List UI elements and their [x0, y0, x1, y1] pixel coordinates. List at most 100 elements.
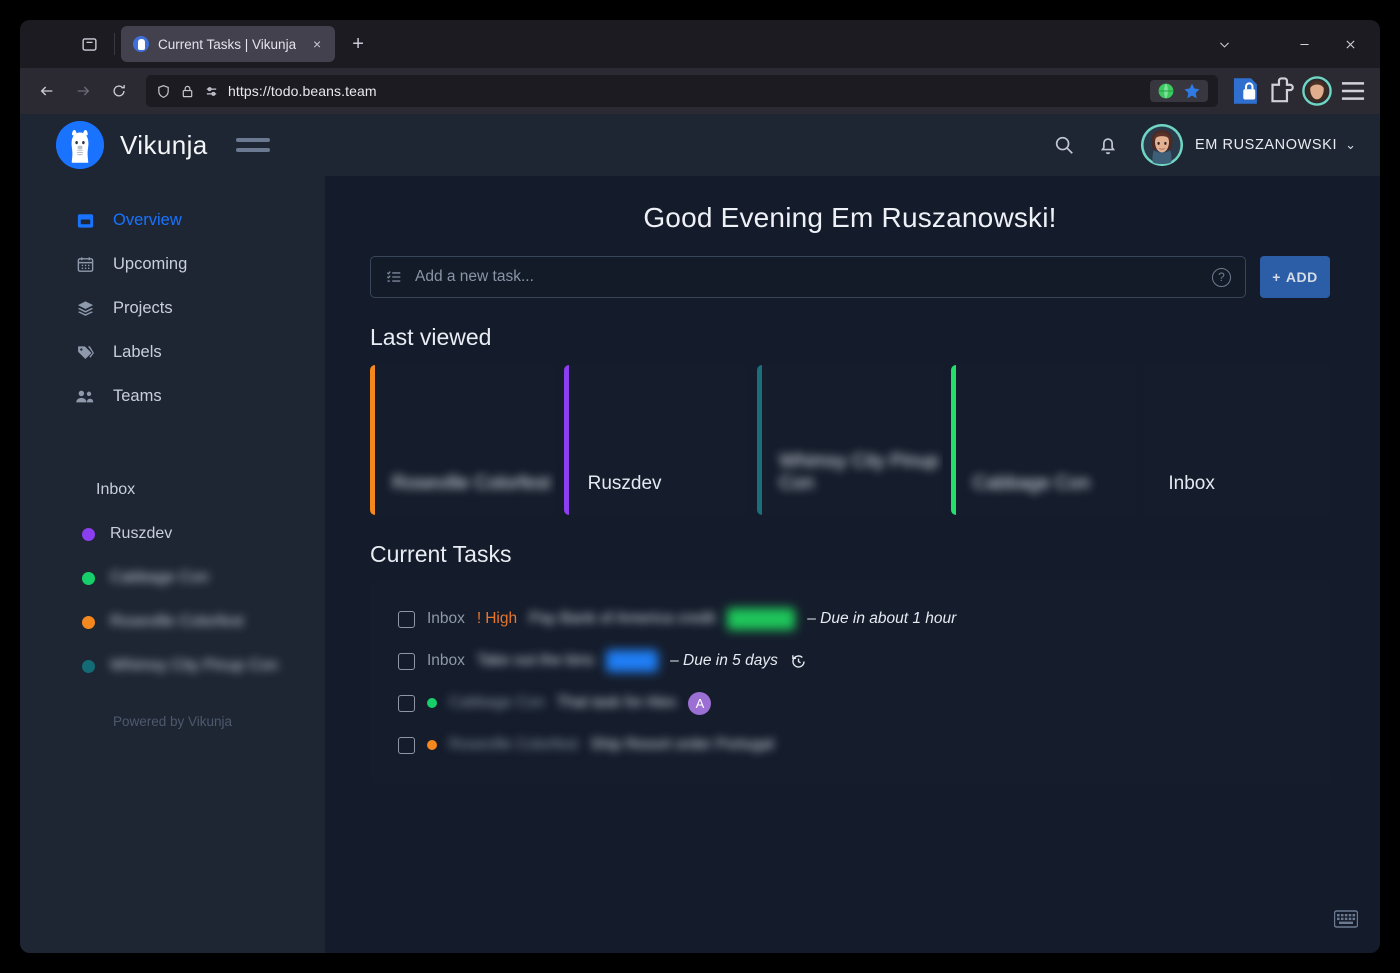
sidebar-project-label: Inbox	[96, 481, 136, 498]
keyboard-icon[interactable]	[1333, 910, 1359, 933]
url-text: https://todo.beans.team	[228, 83, 377, 99]
task-row[interactable]: Roseville Colorfest Ship Resort order Po…	[370, 724, 1330, 766]
reload-icon[interactable]	[102, 75, 136, 107]
extension-icon[interactable]	[1264, 75, 1298, 107]
sidebar-item-labels[interactable]: Labels	[20, 330, 325, 374]
tab-list-icon[interactable]	[70, 27, 108, 61]
add-task-input[interactable]: Add a new task... ?	[370, 256, 1246, 298]
card-color-stripe	[563, 365, 569, 515]
avatar	[1140, 124, 1183, 166]
account-icon[interactable]	[1300, 75, 1334, 107]
header-actions: EM RUSZANOWSKI ⌄	[1053, 124, 1356, 166]
bookmark-star-icon[interactable]	[1183, 82, 1201, 100]
browser-tab[interactable]: Current Tasks | Vikunja ×	[121, 26, 336, 62]
last-viewed-title: Last viewed	[370, 324, 492, 350]
browser-window: Current Tasks | Vikunja × + https://todo…	[20, 20, 1380, 953]
chevron-down-icon[interactable]: ⌄	[1345, 137, 1356, 153]
project-color-dot	[427, 740, 437, 750]
vikunja-icon	[133, 36, 149, 52]
help-icon[interactable]: ?	[1212, 267, 1231, 287]
chevron-down-icon[interactable]	[1202, 25, 1246, 63]
task-checkbox[interactable]	[398, 736, 415, 754]
task-title: Pay Bank of America credit	[529, 610, 716, 627]
layers-icon	[74, 299, 96, 318]
sidebar-item-label: Projects	[113, 298, 173, 317]
menu-toggle-icon[interactable]	[235, 138, 270, 152]
sidebar-item-overview[interactable]: Overview	[20, 198, 325, 242]
current-tasks-list: Inbox ! High Pay Bank of America credit …	[370, 582, 1330, 784]
shield-icon[interactable]	[156, 84, 171, 99]
project-color-dot	[82, 527, 95, 541]
translate-icon[interactable]	[1157, 82, 1175, 100]
sidebar-item-upcoming[interactable]: Upcoming	[20, 242, 325, 286]
repeat-icon	[790, 653, 807, 670]
sidebar-project-ruszdev[interactable]: Ruszdev	[20, 512, 325, 556]
task-checkbox[interactable]	[398, 694, 415, 712]
sidebar-item-label: Labels	[113, 342, 162, 361]
lock-icon[interactable]	[180, 84, 195, 99]
task-label-chip	[606, 650, 659, 672]
permissions-icon[interactable]	[204, 84, 219, 99]
extension-buttons	[1228, 75, 1370, 107]
people-icon	[74, 387, 96, 406]
project-card[interactable]: Whimsy City Pinup Con	[757, 365, 943, 515]
task-project: Inbox	[427, 652, 465, 669]
add-task-row: Add a new task... ? + ADD	[370, 256, 1330, 298]
task-row[interactable]: Inbox ! High Pay Bank of America credit …	[370, 598, 1330, 640]
brand[interactable]: Vikunja	[56, 121, 208, 169]
project-card[interactable]: Ruszdev	[563, 365, 750, 515]
sidebar-item-label: Overview	[113, 210, 182, 229]
sidebar-project-item[interactable]: Cabbage Con	[20, 556, 325, 600]
close-icon[interactable]: ×	[305, 32, 329, 56]
project-card-inbox[interactable]: Inbox	[1144, 365, 1330, 515]
minimize-icon[interactable]	[1282, 25, 1326, 63]
sidebar-item-label: Upcoming	[113, 254, 188, 273]
plus-icon: +	[1272, 269, 1281, 285]
sidebar-project-inbox[interactable]: Inbox	[20, 468, 325, 512]
sidebar-project-item[interactable]: Roseville Colorfest	[20, 600, 325, 644]
sidebar-project-label: Cabbage Con	[110, 569, 209, 586]
body: Overview Upcoming Projects Labels Teams …	[20, 176, 1380, 953]
bell-icon[interactable]	[1097, 134, 1119, 156]
sidebar-project-label: Ruszdev	[110, 525, 173, 542]
task-row[interactable]: Cabbage Con That task for Alex A	[370, 682, 1330, 724]
task-priority: ! High	[477, 610, 517, 628]
task-row[interactable]: Inbox Take out the bins – Due in 5 days	[370, 640, 1330, 682]
user-menu[interactable]: EM RUSZANOWSKI ⌄	[1140, 124, 1356, 166]
card-title: Cabbage Con	[972, 473, 1091, 494]
sidebar-item-label: Teams	[113, 386, 162, 405]
sidebar-item-teams[interactable]: Teams	[20, 374, 325, 418]
add-button-label: ADD	[1285, 269, 1318, 285]
app-menu-icon[interactable]	[1336, 75, 1370, 107]
url-bar[interactable]: https://todo.beans.team	[146, 75, 1218, 107]
project-card[interactable]: Cabbage Con	[950, 365, 1137, 515]
sidebar-project-item[interactable]: Whimsy City Pinup Con	[20, 644, 325, 688]
app-header: Vikunja EM RUSZANOWSKI ⌄	[20, 114, 1380, 176]
vikunja-logo-icon	[56, 121, 104, 169]
search-icon[interactable]	[1053, 134, 1075, 156]
new-tab-button[interactable]: +	[341, 27, 375, 61]
add-task-placeholder: Add a new task...	[415, 268, 534, 285]
assignee-avatar[interactable]: A	[688, 691, 712, 715]
navigation-toolbar: https://todo.beans.team	[20, 68, 1380, 114]
password-manager-icon[interactable]	[1228, 75, 1262, 107]
task-checkbox[interactable]	[398, 610, 415, 628]
forward-icon[interactable]	[66, 75, 100, 107]
task-due-date: – Due in about 1 hour	[807, 610, 957, 627]
project-color-dot	[82, 615, 95, 629]
sidebar-footer: Powered by Vikunja	[112, 714, 233, 729]
project-card[interactable]: Roseville Colorfest	[370, 365, 556, 515]
add-button[interactable]: + ADD	[1260, 256, 1330, 298]
current-tasks-title: Current Tasks	[370, 541, 512, 567]
tag-icon	[74, 343, 96, 362]
task-checkbox[interactable]	[398, 652, 415, 670]
calendar-grid-icon	[74, 255, 96, 274]
sidebar-item-projects[interactable]: Projects	[20, 286, 325, 330]
calendar-day-icon	[74, 211, 96, 230]
back-icon[interactable]	[30, 75, 64, 107]
project-color-dot	[427, 698, 437, 708]
task-project: Cabbage Con	[449, 694, 545, 711]
screen: Current Tasks | Vikunja × + https://todo…	[0, 0, 1400, 973]
close-window-icon[interactable]	[1328, 25, 1372, 63]
task-title: That task for Alex	[556, 694, 677, 711]
